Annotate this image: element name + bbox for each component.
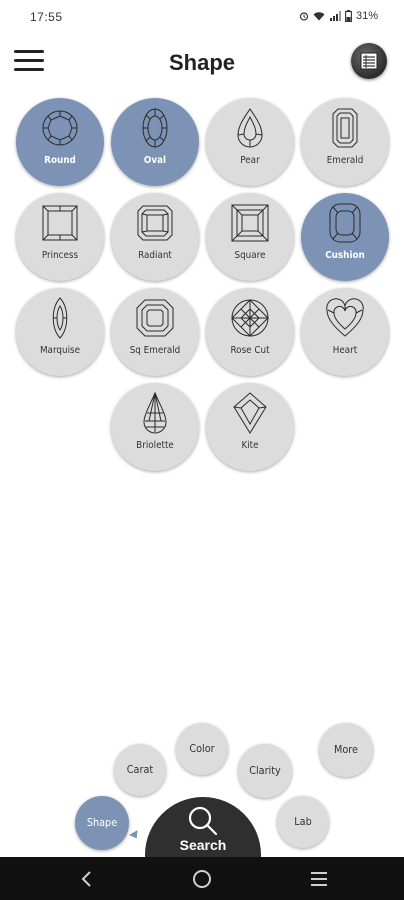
- more-button[interactable]: More: [319, 723, 373, 777]
- shape-label: Cushion: [325, 250, 365, 261]
- shape-square[interactable]: Square: [206, 193, 294, 281]
- active-indicator-caret: [128, 829, 142, 842]
- kite-diamond-icon: [233, 392, 267, 434]
- shape-round[interactable]: Round: [16, 98, 104, 186]
- pear-diamond-icon: [237, 108, 263, 148]
- status-bar: 17:55 31%: [0, 0, 404, 36]
- shape-label: Briolette: [136, 440, 174, 451]
- marquise-diamond-icon: [52, 297, 68, 339]
- page-title: Shape: [168, 50, 236, 75]
- shape-briolette[interactable]: Briolette: [111, 383, 199, 471]
- back-icon[interactable]: [75, 867, 99, 891]
- shape-label: Sq Emerald: [129, 345, 181, 356]
- lab-button[interactable]: Lab: [277, 796, 329, 848]
- shape-label: Kite: [241, 440, 259, 451]
- search-label: Search: [179, 837, 227, 853]
- radiant-diamond-icon: [137, 205, 173, 241]
- header: Shape: [0, 40, 404, 86]
- shape-rose-cut[interactable]: Rose Cut: [206, 288, 294, 376]
- shape-label: Princess: [41, 250, 79, 261]
- shape-princess[interactable]: Princess: [16, 193, 104, 281]
- shape-label: Heart: [332, 345, 358, 356]
- shape-oval[interactable]: Oval: [111, 98, 199, 186]
- shape-sq-emerald[interactable]: Sq Emerald: [111, 288, 199, 376]
- shape-tab-button[interactable]: Shape: [75, 796, 129, 850]
- status-icons: 31%: [299, 10, 378, 22]
- shape-marquise[interactable]: Marquise: [16, 288, 104, 376]
- princess-diamond-icon: [42, 205, 78, 241]
- emerald-diamond-icon: [332, 108, 358, 148]
- shape-radiant[interactable]: Radiant: [111, 193, 199, 281]
- square-diamond-icon: [231, 204, 269, 242]
- shape-kite[interactable]: Kite: [206, 383, 294, 471]
- shape-label: Round: [44, 155, 76, 166]
- shape-emerald[interactable]: Emerald: [301, 98, 389, 186]
- shape-heart[interactable]: Heart: [301, 288, 389, 376]
- list-view-icon: [360, 52, 378, 70]
- shape-label: Oval: [143, 155, 167, 166]
- wifi-icon: [313, 12, 325, 21]
- rose-cut-diamond-icon: [231, 299, 269, 337]
- color-label: Color: [189, 742, 215, 755]
- shape-label: Square: [234, 250, 266, 261]
- list-view-button[interactable]: [351, 43, 387, 79]
- cushion-diamond-icon: [329, 203, 361, 243]
- shape-cushion[interactable]: Cushion: [301, 193, 389, 281]
- home-icon[interactable]: [190, 867, 214, 891]
- clarity-button[interactable]: Clarity: [238, 744, 292, 798]
- oval-diamond-icon: [142, 108, 168, 148]
- shape-label: Pear: [240, 155, 260, 166]
- shape-label: Rose Cut: [230, 345, 270, 356]
- more-label: More: [333, 743, 359, 756]
- shape-tab-label: Shape: [86, 816, 118, 829]
- shape-label: Marquise: [39, 345, 81, 356]
- lab-label: Lab: [294, 815, 312, 828]
- status-time: 17:55: [30, 10, 63, 24]
- recents-icon[interactable]: [307, 867, 331, 891]
- search-icon: [188, 806, 218, 836]
- round-diamond-icon: [42, 110, 78, 146]
- shape-label: Emerald: [326, 155, 364, 166]
- briolette-diamond-icon: [143, 391, 167, 434]
- carat-button[interactable]: Carat: [114, 744, 166, 796]
- signal-icon: [329, 11, 341, 21]
- carat-label: Carat: [126, 763, 154, 776]
- sq-emerald-diamond-icon: [136, 299, 174, 337]
- system-nav-bar: [0, 857, 404, 900]
- shape-label: Radiant: [138, 250, 172, 261]
- color-button[interactable]: Color: [176, 723, 228, 775]
- battery-level: 31%: [355, 10, 378, 22]
- shape-pear[interactable]: Pear: [206, 98, 294, 186]
- alarm-icon: [299, 12, 309, 21]
- heart-diamond-icon: [326, 298, 364, 337]
- clarity-label: Clarity: [249, 764, 281, 777]
- battery-icon: [345, 10, 352, 22]
